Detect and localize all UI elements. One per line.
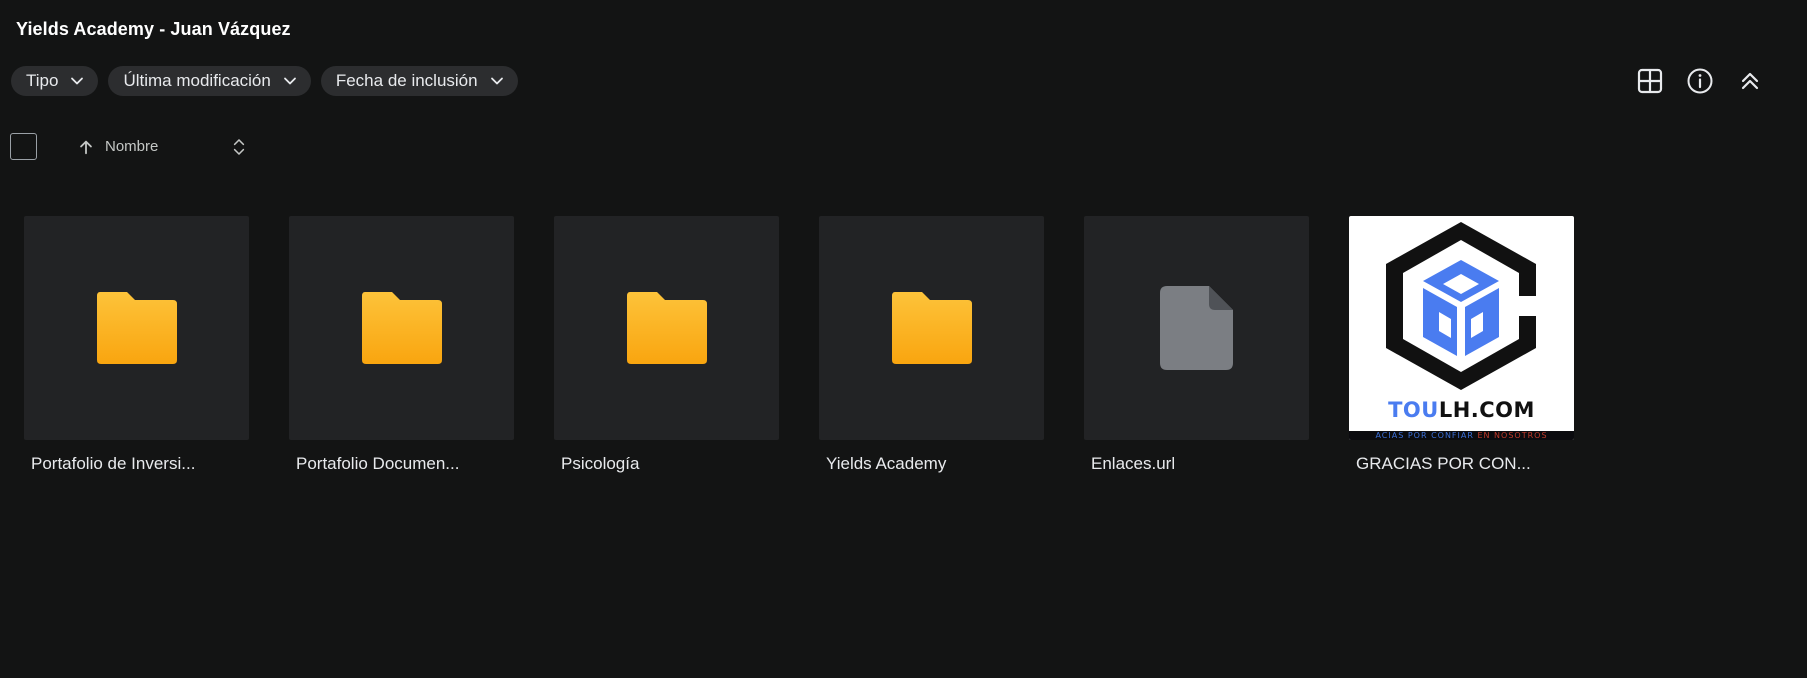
grid-item[interactable]: Portafolio de Inversi... <box>24 216 249 474</box>
grid-item[interactable]: TOULH.COM ACIAS POR CONFIAR EN NOSOTROS … <box>1349 216 1574 474</box>
logo-text: TOULH.COM <box>1388 398 1535 422</box>
chevron-down-icon <box>283 77 296 85</box>
sort-field-toggle[interactable] <box>229 135 249 159</box>
item-name: Enlaces.url <box>1091 454 1176 473</box>
item-thumbnail <box>554 216 779 440</box>
item-thumbnail <box>289 216 514 440</box>
item-thumbnail: TOULH.COM ACIAS POR CONFIAR EN NOSOTROS <box>1349 216 1574 440</box>
filter-chip-label: Última modificación <box>123 71 271 90</box>
file-grid: Portafolio de Inversi... Portafolio Docu… <box>24 216 1574 474</box>
chevron-down-icon <box>490 77 503 85</box>
item-thumbnail <box>1084 216 1309 440</box>
chevron-down-icon <box>71 77 84 85</box>
filter-chip-type[interactable]: Tipo <box>11 66 99 96</box>
grid-view-icon <box>1637 68 1663 94</box>
item-name: GRACIAS POR CON... <box>1356 454 1531 473</box>
folder-icon <box>626 292 707 364</box>
folder-icon <box>361 292 442 364</box>
unfold-icon <box>233 138 245 155</box>
filter-chip-modified[interactable]: Última modificación <box>108 66 311 96</box>
sort-bar: Nombre <box>10 133 249 160</box>
double-chevron-up-icon <box>1741 72 1759 90</box>
grid-item[interactable]: Psicología <box>554 216 779 474</box>
filter-chip-label: Tipo <box>26 71 59 90</box>
filter-bar: Tipo Última modificación Fecha de inclus… <box>11 66 518 96</box>
item-name: Yields Academy <box>826 454 947 473</box>
file-icon <box>1159 286 1233 370</box>
collapse-button[interactable] <box>1734 64 1766 98</box>
sort-label: Nombre <box>105 138 159 155</box>
logo-strip: ACIAS POR CONFIAR EN NOSOTROS <box>1349 431 1574 440</box>
info-icon <box>1687 68 1713 94</box>
arrow-up-icon <box>80 140 92 154</box>
filter-chip-label: Fecha de inclusión <box>335 71 478 90</box>
page-title: Yields Academy - Juan Vázquez <box>16 19 291 39</box>
grid-item[interactable]: Yields Academy <box>819 216 1044 474</box>
item-thumbnail <box>24 216 249 440</box>
grid-item[interactable]: Portafolio Documen... <box>289 216 514 474</box>
select-all-checkbox[interactable] <box>10 133 37 160</box>
item-thumbnail <box>819 216 1044 440</box>
item-name: Psicología <box>561 454 640 473</box>
view-toolbar <box>1634 64 1766 98</box>
grid-item[interactable]: Enlaces.url <box>1084 216 1309 474</box>
sort-direction-button[interactable] <box>77 137 97 157</box>
item-name: Portafolio de Inversi... <box>31 454 196 473</box>
item-name: Portafolio Documen... <box>296 454 460 473</box>
info-button[interactable] <box>1684 64 1716 98</box>
grid-view-button[interactable] <box>1634 64 1666 98</box>
filter-chip-date-added[interactable]: Fecha de inclusión <box>320 66 518 96</box>
folder-icon <box>96 292 177 364</box>
folder-icon <box>891 292 972 364</box>
